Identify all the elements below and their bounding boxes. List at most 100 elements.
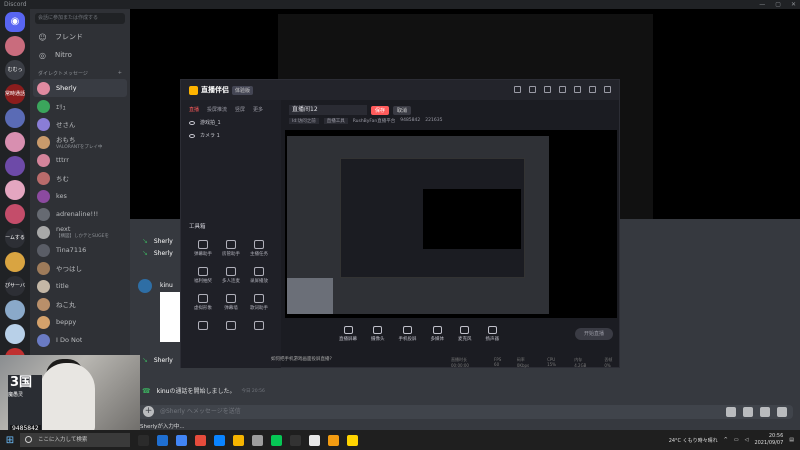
tool-item[interactable]: 多人连麦 xyxy=(217,267,245,284)
nav-nitro[interactable]: ◎ Nitro xyxy=(30,46,130,64)
server-icon[interactable] xyxy=(5,252,25,272)
dm-item[interactable]: beppy xyxy=(30,313,130,331)
dm-item[interactable]: おもち VALORANTをプレイ中 xyxy=(30,133,130,151)
source-row[interactable]: カメラ 1 xyxy=(181,129,281,142)
notification-icon[interactable]: ▤ xyxy=(789,437,794,443)
help-link[interactable]: 如何把手机游戏画面投屏直播? xyxy=(271,356,332,362)
tab-live[interactable]: 直播 xyxy=(189,106,199,113)
shirt-icon[interactable] xyxy=(544,86,551,93)
dm-search-input[interactable]: 会話に参加または作成する xyxy=(35,13,125,24)
tool-item[interactable]: 弹幕助手 xyxy=(189,240,217,257)
taskbar-app-icon[interactable] xyxy=(328,434,339,446)
start-live-button[interactable]: 开始直播 xyxy=(575,328,613,340)
message-author[interactable]: Sherly xyxy=(154,357,173,364)
taskbar-app-icon[interactable] xyxy=(157,434,168,446)
taskbar-app-icon[interactable] xyxy=(271,434,282,446)
eye-icon[interactable] xyxy=(189,120,195,125)
dm-item[interactable]: ちむ xyxy=(30,169,130,187)
network-icon[interactable]: ▭ xyxy=(734,437,739,443)
message-author[interactable]: Sherly xyxy=(154,250,173,257)
server-icon[interactable] xyxy=(5,108,25,128)
tool-item[interactable]: 主播任务 xyxy=(245,240,273,257)
taskbar-app-icon[interactable] xyxy=(233,434,244,446)
tool-item[interactable] xyxy=(245,321,273,332)
tool-item[interactable]: 福利抽奖 xyxy=(189,267,217,284)
stream-preview[interactable] xyxy=(285,130,617,318)
minimize-icon[interactable] xyxy=(574,86,581,93)
taskbar-app-icon[interactable] xyxy=(176,434,187,446)
taskbar-app-icon[interactable] xyxy=(195,434,206,446)
close-icon[interactable] xyxy=(604,86,611,93)
control-button[interactable]: 麦克风 xyxy=(458,326,472,342)
dm-item[interactable]: せさん xyxy=(30,115,130,133)
avatar[interactable] xyxy=(138,279,152,293)
control-button[interactable]: 多媒体 xyxy=(431,326,444,342)
menu-icon[interactable] xyxy=(559,86,566,93)
gift-icon[interactable] xyxy=(726,407,736,417)
tab-vertical[interactable]: 竖屏 xyxy=(235,106,245,113)
tool-item[interactable] xyxy=(217,321,245,332)
dm-item[interactable]: title xyxy=(30,277,130,295)
source-row[interactable]: 游戏拍_1 xyxy=(181,116,281,129)
meta-item[interactable]: 直播工具 xyxy=(323,118,348,124)
message-input-box[interactable]: + @Sherly へメッセージを送信 xyxy=(138,405,793,419)
dm-item[interactable]: kes xyxy=(30,187,130,205)
server-icon[interactable] xyxy=(5,324,25,344)
maximize-icon[interactable] xyxy=(589,86,596,93)
home-button[interactable]: ◉ xyxy=(5,12,25,32)
attach-plus-icon[interactable]: + xyxy=(143,406,154,417)
taskbar-app-icon[interactable] xyxy=(138,434,149,446)
dm-item[interactable]: ねこ丸 xyxy=(30,295,130,313)
chevron-up-icon[interactable]: ^ xyxy=(724,437,728,443)
volume-icon[interactable]: ◁ xyxy=(745,437,749,443)
taskbar-app-icon[interactable] xyxy=(252,434,263,446)
dm-item[interactable]: Sherly xyxy=(33,79,127,97)
tool-item[interactable]: 虚拟形象 xyxy=(189,294,217,311)
minimize-button[interactable]: — xyxy=(759,0,765,9)
server-icon[interactable] xyxy=(5,36,25,56)
meta-item[interactable]: Id:访问之前 xyxy=(289,118,319,124)
control-button[interactable]: 摄像头 xyxy=(371,326,385,342)
server-icon[interactable] xyxy=(5,180,25,200)
weather-text[interactable]: 24°C くもり時々晴れ xyxy=(669,437,718,444)
server-icon[interactable] xyxy=(5,156,25,176)
message-input[interactable]: @Sherly へメッセージを送信 xyxy=(160,405,241,419)
control-button[interactable]: 扬声器 xyxy=(486,326,499,342)
eye-icon[interactable] xyxy=(189,133,195,138)
taskbar-app-icon[interactable] xyxy=(214,434,225,446)
message-author[interactable]: kinu xyxy=(160,282,173,289)
tool-item[interactable]: 录屏播放 xyxy=(245,267,273,284)
taskbar-search-input[interactable]: ここに入力して検索 xyxy=(20,433,130,447)
server-icon[interactable] xyxy=(5,300,25,320)
screen-icon[interactable] xyxy=(514,86,521,93)
server-icon[interactable]: ームする xyxy=(5,228,25,248)
message-author[interactable]: kinu xyxy=(157,388,170,395)
server-icon[interactable]: 常時通話 xyxy=(5,84,25,104)
control-button[interactable]: 手机投屏 xyxy=(399,326,417,342)
taskbar-app-icon[interactable] xyxy=(290,434,301,446)
dm-item[interactable]: next 【構図】しかテとSUGEを xyxy=(30,223,130,241)
sticker-icon[interactable] xyxy=(760,407,770,417)
message-icon[interactable] xyxy=(529,86,536,93)
windows-start-icon[interactable]: ⊞ xyxy=(0,435,20,446)
clock[interactable]: 20:56 2021/09/07 xyxy=(754,433,783,447)
tab-cast[interactable]: 投屏推流 xyxy=(207,106,227,113)
server-icon[interactable] xyxy=(5,132,25,152)
close-button[interactable]: ✕ xyxy=(791,0,796,9)
tab-more[interactable]: 更多 xyxy=(253,106,263,113)
tool-item[interactable]: 弹幕墙 xyxy=(217,294,245,311)
server-icon[interactable]: ぴサーバ xyxy=(5,276,25,296)
dm-item[interactable]: tttrr xyxy=(30,151,130,169)
tool-item[interactable]: 歌词助手 xyxy=(245,294,273,311)
emoji-icon[interactable] xyxy=(777,407,787,417)
tool-item[interactable] xyxy=(189,321,217,332)
control-button[interactable]: 直播屏幕 xyxy=(339,326,357,342)
maximize-button[interactable]: ▢ xyxy=(775,0,781,9)
nav-friends[interactable]: ☺ フレンド xyxy=(30,28,130,46)
stream-title-input[interactable]: 直播间12 xyxy=(289,105,367,115)
message-author[interactable]: Sherly xyxy=(154,238,173,245)
dm-item[interactable]: やつはし xyxy=(30,259,130,277)
server-icon[interactable]: むむっ xyxy=(5,60,25,80)
dm-item[interactable]: ｴﾘｭ xyxy=(30,97,130,115)
taskbar-app-icon[interactable] xyxy=(309,434,320,446)
